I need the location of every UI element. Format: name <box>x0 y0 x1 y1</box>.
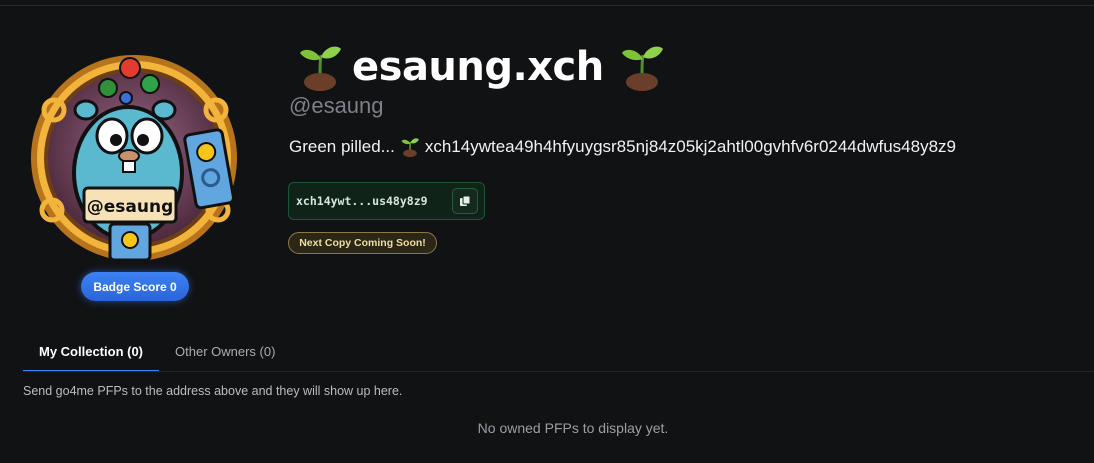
copy-icon <box>460 195 471 206</box>
bio-text: Green pilled... <box>289 137 395 156</box>
display-name: esaung.xch <box>352 44 604 90</box>
address-box: xch14ywt...us48y8z9 <box>288 182 485 220</box>
seedling-icon <box>621 46 663 91</box>
collection-tabs: My Collection (0) Other Owners (0) <box>23 333 291 372</box>
copy-address-button[interactable] <box>452 188 478 214</box>
short-address: xch14ywt...us48y8z9 <box>296 194 428 208</box>
svg-text:@esaung: @esaung <box>87 197 174 217</box>
bio-address: xch14ywtea49h4hfyuygsr85nj84z05kj2ahtl00… <box>424 137 956 156</box>
profile-title: esaung.xch <box>294 38 668 96</box>
tab-other-owners[interactable]: Other Owners (0) <box>159 333 291 372</box>
top-divider <box>0 5 1094 6</box>
tab-my-collection[interactable]: My Collection (0) <box>23 333 160 372</box>
tabs-divider <box>23 371 1094 372</box>
badge-score-button[interactable]: Badge Score 0 <box>81 272 189 301</box>
collection-hint: Send go4me PFPs to the address above and… <box>23 384 403 398</box>
avatar: @esaung <box>30 48 242 260</box>
next-copy-notice: Next Copy Coming Soon! <box>288 232 437 254</box>
bio: Green pilled... xch14ywtea49h4hfyuygsr85… <box>289 136 956 158</box>
seedling-icon <box>300 46 341 91</box>
empty-state-message: No owned PFPs to display yet. <box>477 420 669 436</box>
seedling-icon <box>401 138 419 158</box>
handle: @esaung <box>289 93 384 118</box>
avatar-image: @esaung <box>31 55 237 260</box>
